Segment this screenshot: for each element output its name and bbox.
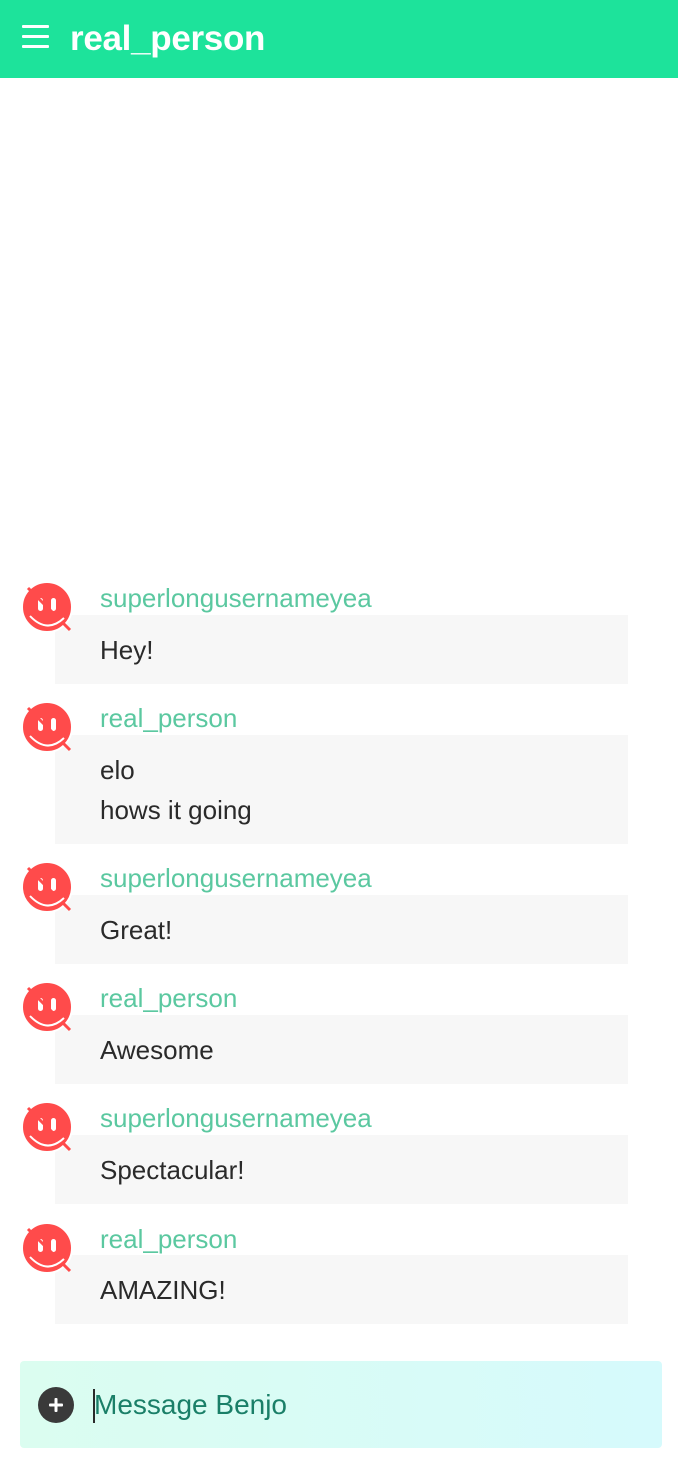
message-item: superlongusernameyea Spectacular! (0, 1098, 678, 1204)
red-smiley-avatar-icon[interactable] (18, 978, 78, 1038)
chat-app: real_person superlongusernameyea Hey! re… (0, 0, 678, 1476)
top-bar: real_person (0, 0, 678, 78)
message-username[interactable]: real_person (100, 702, 237, 734)
message-username[interactable]: superlongusernameyea (100, 582, 372, 614)
channel-title: real_person (70, 19, 266, 58)
message-text: Great! (100, 915, 173, 945)
red-smiley-avatar-icon[interactable] (18, 698, 78, 758)
message-text: Hey! (100, 635, 154, 665)
message-username[interactable]: superlongusernameyea (100, 862, 372, 894)
message-text: Awesome (100, 1035, 214, 1065)
message-username[interactable]: real_person (100, 982, 237, 1014)
message-item: real_person elo hows it going (0, 698, 678, 844)
message-username[interactable]: real_person (100, 1223, 237, 1255)
message-input[interactable] (94, 1383, 634, 1427)
message-text: Spectacular! (100, 1155, 245, 1185)
message-bubble (55, 735, 628, 844)
message-text: hows it going (100, 795, 252, 825)
message-text: elo (100, 755, 135, 785)
message-item: superlongusernameyea Great! (0, 858, 678, 964)
message-username[interactable]: superlongusernameyea (100, 1102, 372, 1134)
message-text: AMAZING! (100, 1275, 226, 1305)
message-item: superlongusernameyea Hey! (0, 578, 678, 684)
hamburger-menu-icon[interactable] (22, 25, 50, 49)
message-composer (20, 1361, 662, 1448)
message-item: real_person AMAZING! (0, 1219, 678, 1325)
red-smiley-avatar-icon[interactable] (18, 1098, 78, 1158)
red-smiley-avatar-icon[interactable] (18, 578, 78, 638)
red-smiley-avatar-icon[interactable] (18, 1219, 78, 1279)
red-smiley-avatar-icon[interactable] (18, 858, 78, 918)
plus-circle-icon[interactable] (38, 1387, 74, 1423)
message-item: real_person Awesome (0, 978, 678, 1084)
